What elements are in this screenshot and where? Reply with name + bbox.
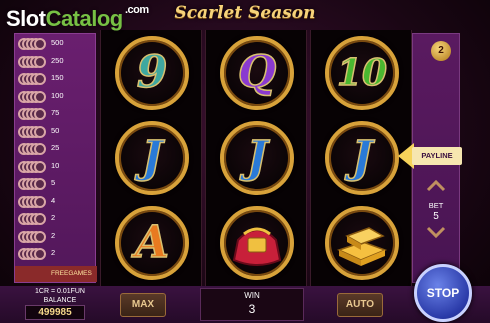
freegames-label: FREEGAMES xyxy=(51,270,92,277)
paytable-value: 25 xyxy=(51,143,60,152)
reel-symbol: A xyxy=(115,206,189,280)
symbol-glyph: A xyxy=(134,216,170,269)
paytable-value: 500 xyxy=(51,38,64,47)
balance-label: BALANCE xyxy=(43,297,77,304)
lines-count-badge[interactable]: 2 xyxy=(431,41,451,61)
paytable-row: 50 xyxy=(15,124,97,140)
slotcatalog-watermark: SlotCatalog .com xyxy=(6,4,149,32)
reel-symbol: 9 xyxy=(115,36,189,110)
watermark-com: .com xyxy=(125,4,149,16)
paytable-freegames-row: FREEGAMES xyxy=(15,266,97,282)
paytable-row: 4 xyxy=(15,194,97,210)
paytable-value: 10 xyxy=(51,160,60,170)
symbol-glyph: J xyxy=(141,131,163,184)
win-value: 3 xyxy=(248,302,256,316)
reel-symbol xyxy=(325,206,399,280)
ring-combo-icon xyxy=(18,143,48,155)
game-title: Scarlet Season xyxy=(174,3,316,23)
paytable-value: 250 xyxy=(51,55,64,65)
paytable-value: 50 xyxy=(51,125,60,135)
paytable-value: 5 xyxy=(51,178,56,187)
reel-symbol: J xyxy=(115,121,189,195)
autoplay-button[interactable]: AUTO xyxy=(337,293,383,317)
paytable-row: 250 xyxy=(15,54,97,70)
paytable-value: 150 xyxy=(51,73,64,82)
max-bet-button[interactable]: MAX xyxy=(120,293,166,317)
ring-combo-icon xyxy=(18,108,48,120)
ring-combo-icon xyxy=(18,213,48,225)
symbol-glyph: Q xyxy=(237,46,277,99)
chevron-up-icon[interactable] xyxy=(426,180,446,192)
symbol-glyph: J xyxy=(351,131,373,184)
paytable-row: 100 xyxy=(15,89,97,105)
paytable-value: 100 xyxy=(51,90,64,100)
reel-symbol: J xyxy=(325,121,399,195)
paytable-value: 75 xyxy=(51,108,60,117)
reel-1: 9 JA xyxy=(100,30,202,286)
reel-3: 10 J xyxy=(310,30,412,286)
symbol-glyph: 10 xyxy=(336,51,388,95)
ring-combo-icon xyxy=(18,230,48,243)
ring-combo-icon xyxy=(18,38,48,50)
paytable-row: 2 xyxy=(15,211,97,227)
paytable-row: 75 xyxy=(15,106,97,122)
paytable-row: 2 xyxy=(15,246,97,262)
gold-bars-icon xyxy=(336,227,388,266)
symbol-glyph: 9 xyxy=(136,46,168,99)
paytable-value: 2 xyxy=(51,230,56,240)
reel-symbol: 10 xyxy=(325,36,399,110)
balance-value: 499985 xyxy=(25,305,85,320)
paytable-row: 5 xyxy=(15,176,97,192)
watermark-slot: Slot xyxy=(6,6,46,31)
ring-combo-icon xyxy=(18,55,48,68)
symbol-glyph: J xyxy=(246,131,268,184)
bet-value: 5 xyxy=(433,211,439,222)
reel-symbol: Q xyxy=(220,36,294,110)
red-bag-icon xyxy=(232,227,282,266)
paytable-row: 2 xyxy=(15,229,97,245)
payline-button[interactable]: PAYLINE xyxy=(398,143,464,169)
ring-combo-icon xyxy=(18,195,48,208)
watermark-catalog: Catalog xyxy=(45,6,124,31)
paytable-panel: 500 250 150 100 75 50 25 10 5 4 2 2 2 FREEGAMES xyxy=(14,33,97,283)
ring-combo-icon xyxy=(18,73,48,85)
paytable-row: 25 xyxy=(15,141,97,157)
credit-rate: 1CR = 0.01FUN xyxy=(35,288,85,295)
bet-label: BET xyxy=(428,201,444,210)
stop-spin-button[interactable]: STOP xyxy=(414,264,472,322)
paytable-value: 2 xyxy=(51,213,56,222)
reel-2: QJ xyxy=(205,30,307,286)
payline-label: PAYLINE xyxy=(412,147,462,165)
paytable-row: 500 xyxy=(15,36,97,52)
reels-area: 9 J A Q J 10 J xyxy=(100,30,412,286)
paytable-value: 2 xyxy=(51,248,56,257)
paytable-row: 10 xyxy=(15,159,97,175)
game-screen: SlotCatalog .com Scarlet Season 500 250 150… xyxy=(0,0,490,323)
paytable-value: 4 xyxy=(51,195,56,205)
ring-combo-icon xyxy=(18,90,48,103)
chevron-down-icon[interactable] xyxy=(426,226,446,238)
win-label: WIN xyxy=(244,291,260,300)
ring-combo-icon xyxy=(18,248,48,260)
paytable-row: 150 xyxy=(15,71,97,87)
ring-combo-icon xyxy=(18,125,48,138)
ring-combo-icon xyxy=(18,178,48,190)
reel-symbol xyxy=(220,206,294,280)
reel-symbol: J xyxy=(220,121,294,195)
ring-combo-icon xyxy=(18,160,48,173)
